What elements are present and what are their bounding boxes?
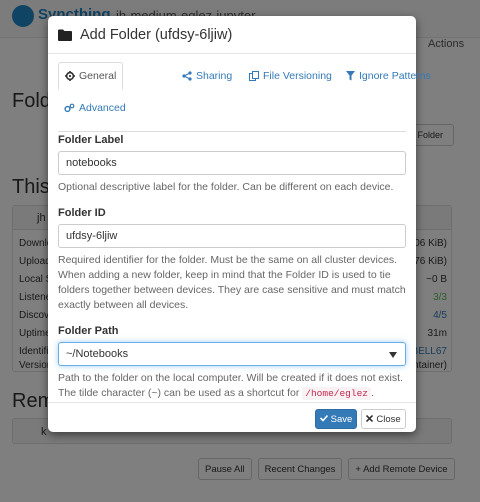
- caret-down-icon[interactable]: [389, 352, 397, 358]
- folder-id-input[interactable]: [58, 224, 406, 248]
- close-label: Close: [376, 413, 401, 425]
- add-folder-modal: Add Folder (ufdsy-6ljiw) General Sharing…: [48, 16, 431, 432]
- close-icon: [366, 414, 374, 425]
- folder-tabs: General Sharing File Versioning Ignore P…: [58, 62, 431, 132]
- folder-id-label: Folder ID: [58, 207, 106, 219]
- home-path-code: /home/eglez: [302, 387, 371, 400]
- folder-label-help: Optional descriptive label for the folde…: [58, 181, 394, 193]
- share-icon: [182, 71, 192, 81]
- save-button[interactable]: Save: [315, 409, 357, 429]
- general-form: Folder Label Optional descriptive label …: [58, 134, 406, 401]
- folder-icon: [58, 29, 72, 41]
- close-button[interactable]: Close: [361, 409, 406, 429]
- tab-label: General: [79, 70, 117, 82]
- tab-label: Advanced: [79, 102, 126, 114]
- folder-path-help-suffix: .: [370, 387, 374, 399]
- folder-path-input[interactable]: ~/Notebooks: [58, 342, 406, 366]
- tab-sharing[interactable]: Sharing: [176, 62, 238, 90]
- save-label: Save: [330, 413, 353, 425]
- tab-label: Ignore Patterns: [359, 70, 431, 82]
- tab-ignore-patterns[interactable]: Ignore Patterns: [340, 62, 437, 90]
- filter-icon: [346, 71, 355, 81]
- check-icon: [319, 414, 328, 425]
- folder-id-help: Required identifier for the folder. Must…: [58, 254, 406, 311]
- folder-path-value: ~/Notebooks: [66, 348, 129, 360]
- modal-footer: Save Close: [48, 402, 416, 432]
- folder-path-label: Folder Path: [58, 325, 119, 337]
- gear-icon: [65, 71, 75, 81]
- folder-label-label: Folder Label: [58, 134, 124, 146]
- copy-icon: [249, 71, 259, 81]
- tab-file-versioning[interactable]: File Versioning: [243, 62, 338, 90]
- tab-general[interactable]: General: [58, 62, 124, 90]
- folder-label-input[interactable]: [58, 151, 406, 175]
- tab-label: Sharing: [196, 70, 233, 82]
- tab-advanced[interactable]: Advanced: [58, 94, 132, 122]
- modal-header: Add Folder (ufdsy-6ljiw): [48, 16, 416, 54]
- folder-path-help: Path to the folder on the local computer…: [58, 371, 406, 401]
- modal-title: Add Folder (ufdsy-6ljiw): [80, 26, 233, 43]
- tab-label: File Versioning: [263, 70, 332, 82]
- cogs-icon: [64, 103, 75, 113]
